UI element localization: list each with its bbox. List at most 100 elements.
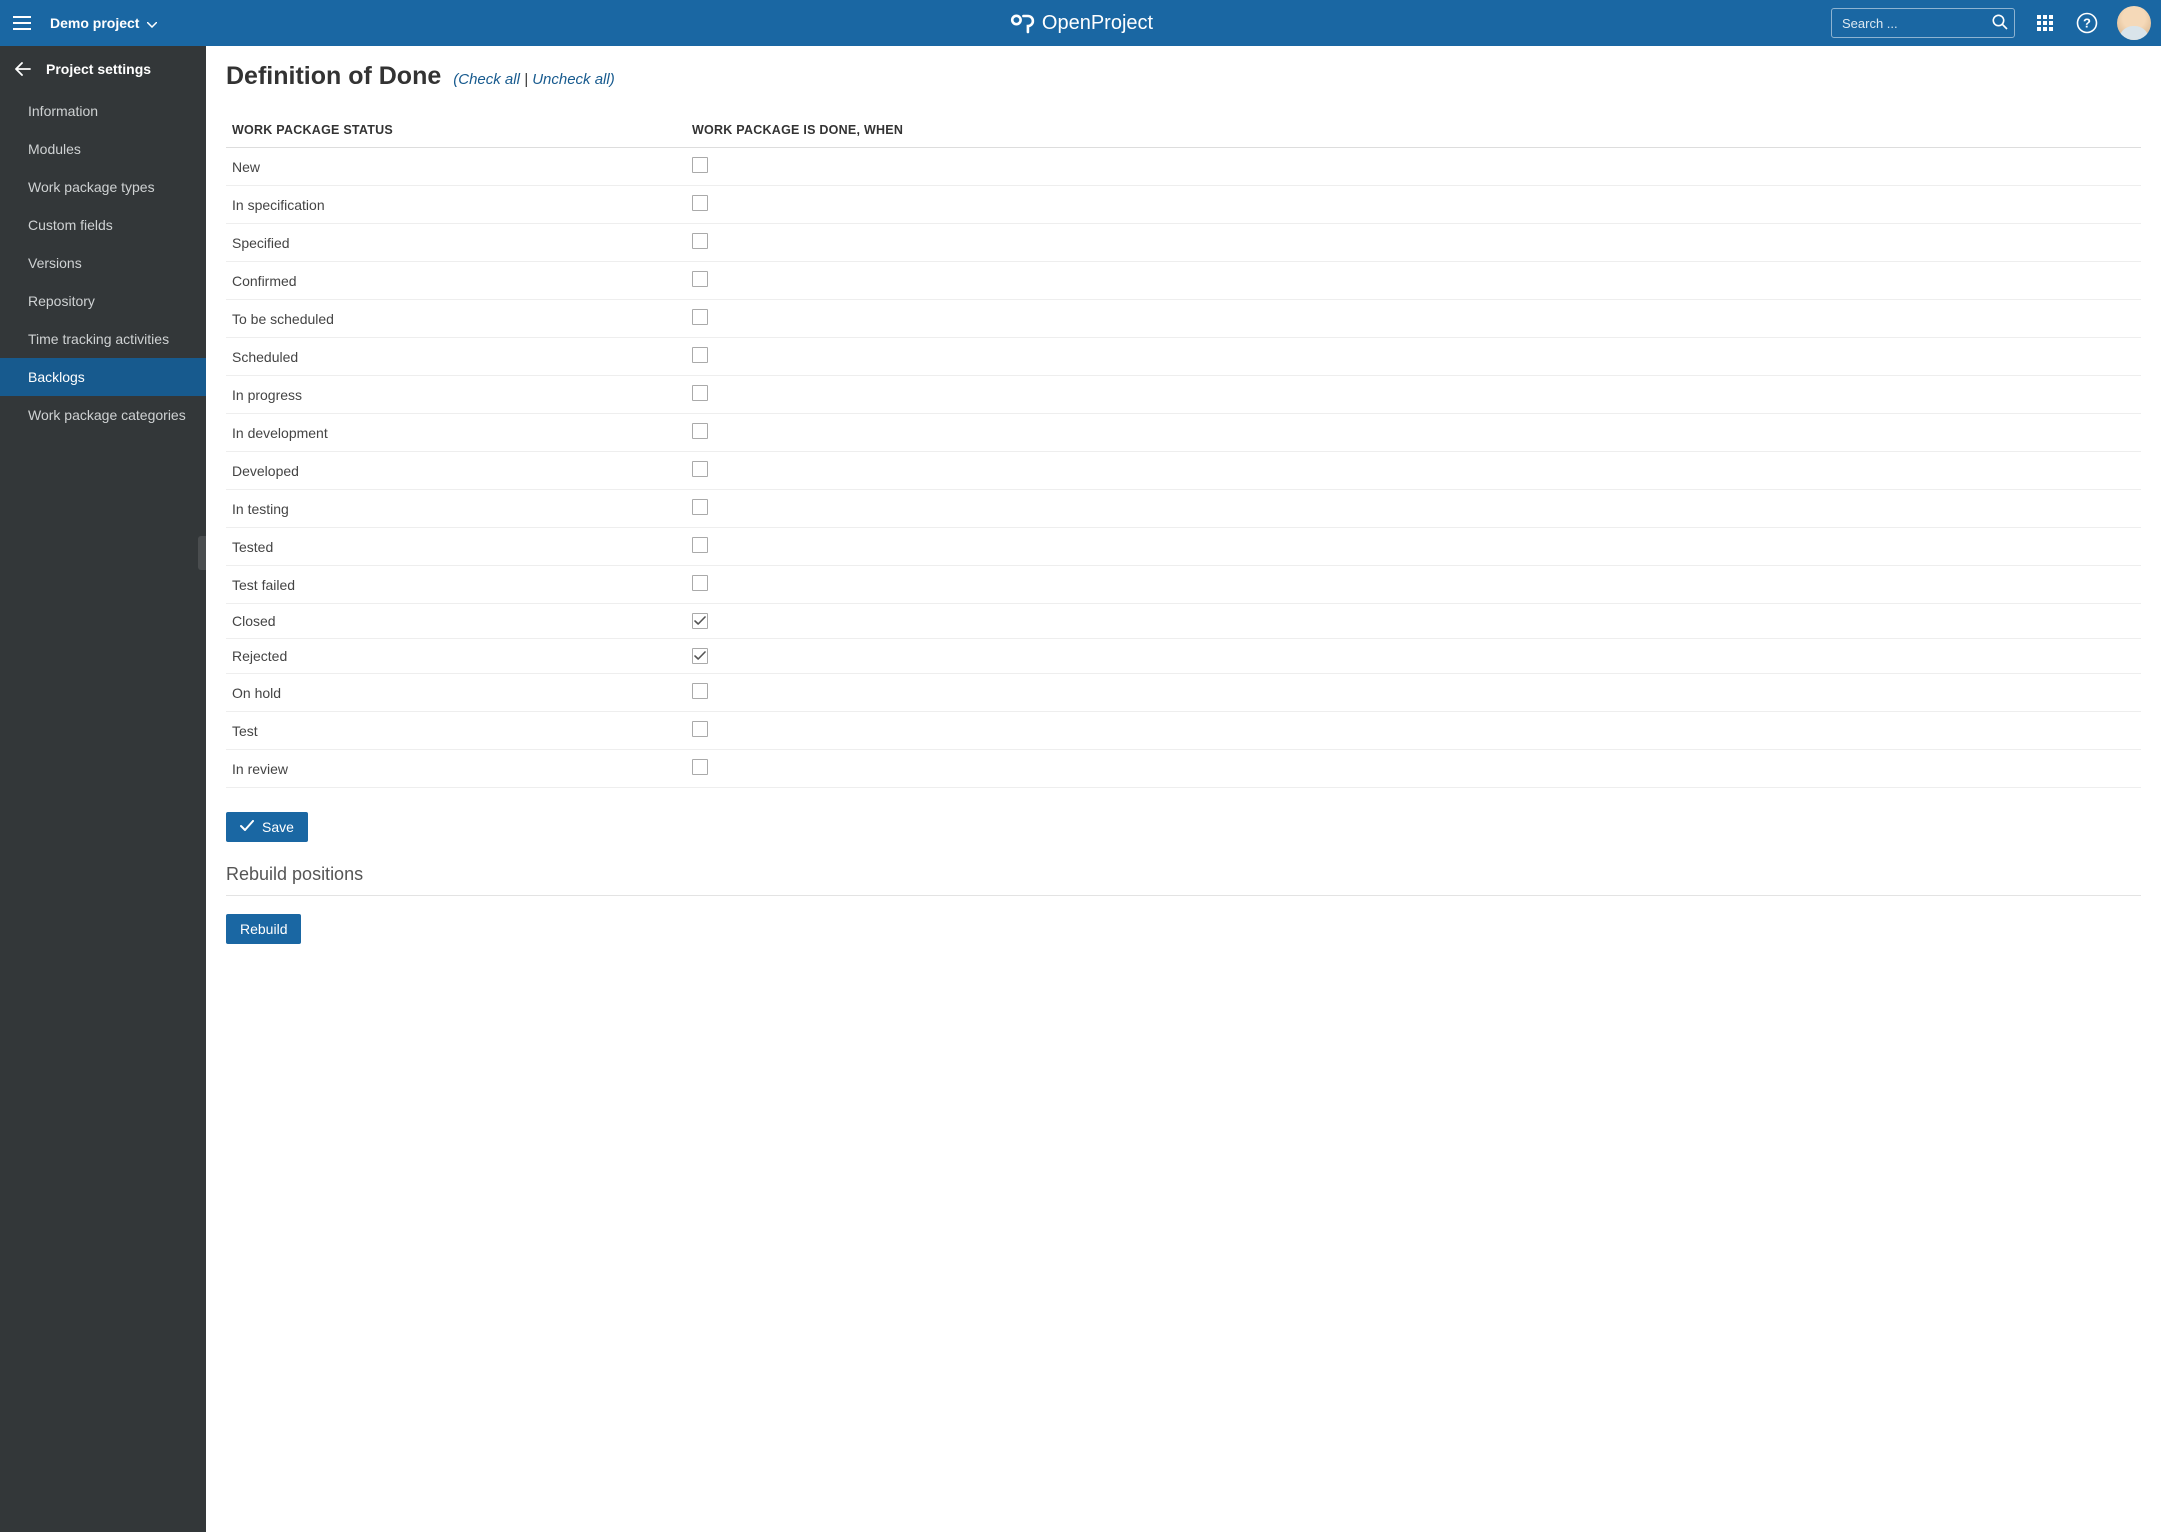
status-label: Rejected: [232, 648, 287, 664]
sidebar-item[interactable]: Repository: [0, 282, 206, 320]
th-done: WORK PACKAGE IS DONE, WHEN: [692, 123, 2135, 137]
status-label: Closed: [232, 613, 276, 629]
sidebar-item[interactable]: Modules: [0, 130, 206, 168]
sidebar-item[interactable]: Custom fields: [0, 206, 206, 244]
done-checkbox[interactable]: [692, 157, 708, 173]
project-selector[interactable]: Demo project: [44, 15, 163, 31]
status-table: WORK PACKAGE STATUS WORK PACKAGE IS DONE…: [226, 113, 2141, 788]
sidebar-item[interactable]: Versions: [0, 244, 206, 282]
done-checkbox[interactable]: [692, 759, 708, 775]
done-checkbox[interactable]: [692, 499, 708, 515]
sidebar-item[interactable]: Backlogs: [0, 358, 206, 396]
svg-text:?: ?: [2083, 16, 2091, 31]
done-checkbox[interactable]: [692, 385, 708, 401]
main-content: Definition of Done (Check all | Uncheck …: [206, 46, 2161, 1532]
done-checkbox[interactable]: [692, 461, 708, 477]
status-label: To be scheduled: [232, 311, 334, 327]
table-row: In progress: [226, 376, 2141, 414]
table-row: Test: [226, 712, 2141, 750]
done-checkbox[interactable]: [692, 309, 708, 325]
status-label: In progress: [232, 387, 302, 403]
table-row: Rejected: [226, 639, 2141, 674]
avatar[interactable]: [2117, 6, 2151, 40]
table-row: Test failed: [226, 566, 2141, 604]
search-input[interactable]: [1831, 8, 2015, 38]
table-row: In specification: [226, 186, 2141, 224]
top-header: Demo project OpenProject ?: [0, 0, 2161, 46]
status-label: In specification: [232, 197, 325, 213]
header-right: ?: [1831, 6, 2151, 40]
sidebar-title: Project settings: [46, 61, 151, 77]
help-icon[interactable]: ?: [2075, 11, 2099, 35]
sidebar-item[interactable]: Information: [0, 92, 206, 130]
sidebar-item-label: Repository: [28, 293, 95, 309]
status-label: In testing: [232, 501, 289, 517]
table-row: Closed: [226, 604, 2141, 639]
status-label: In development: [232, 425, 328, 441]
status-label: Scheduled: [232, 349, 298, 365]
status-label: Test failed: [232, 577, 295, 593]
chevron-down-icon: [147, 15, 157, 31]
sidebar-item[interactable]: Time tracking activities: [0, 320, 206, 358]
table-row: Scheduled: [226, 338, 2141, 376]
status-label: On hold: [232, 685, 281, 701]
status-label: Confirmed: [232, 273, 297, 289]
app-logo-text: OpenProject: [1042, 12, 1153, 35]
app-logo[interactable]: OpenProject: [1008, 10, 1153, 36]
sidebar-item-label: Backlogs: [28, 369, 85, 385]
sidebar-item-label: Modules: [28, 141, 81, 157]
done-checkbox[interactable]: [692, 233, 708, 249]
table-row: In development: [226, 414, 2141, 452]
check-all-link[interactable]: Check all: [458, 71, 520, 88]
project-name: Demo project: [50, 15, 139, 31]
sidebar-collapse-handle[interactable]: [198, 536, 206, 570]
status-label: Test: [232, 723, 258, 739]
modules-grid-icon[interactable]: [2033, 11, 2057, 35]
status-label: New: [232, 159, 260, 175]
rebuild-label: Rebuild: [240, 921, 287, 937]
page-title: Definition of Done: [226, 62, 441, 91]
done-checkbox[interactable]: [692, 195, 708, 211]
table-row: In testing: [226, 490, 2141, 528]
sidebar-item[interactable]: Work package categories: [0, 396, 206, 434]
sidebar-item[interactable]: Work package types: [0, 168, 206, 206]
sidebar-item-label: Time tracking activities: [28, 331, 169, 347]
status-label: Tested: [232, 539, 273, 555]
openproject-icon: [1008, 10, 1034, 36]
table-row: Tested: [226, 528, 2141, 566]
back-arrow-icon[interactable]: [14, 60, 32, 78]
status-label: In review: [232, 761, 288, 777]
page-title-row: Definition of Done (Check all | Uncheck …: [226, 62, 2141, 91]
sidebar: Project settings Information Modules Work …: [0, 46, 206, 1532]
table-row: Developed: [226, 452, 2141, 490]
sidebar-item-label: Work package types: [28, 179, 155, 195]
sidebar-item-label: Work package categories: [28, 407, 186, 423]
table-header-row: WORK PACKAGE STATUS WORK PACKAGE IS DONE…: [226, 113, 2141, 148]
table-row: New: [226, 148, 2141, 186]
table-row: Confirmed: [226, 262, 2141, 300]
bulk-check-links: (Check all | Uncheck all): [453, 71, 614, 88]
done-checkbox[interactable]: [692, 423, 708, 439]
search-icon[interactable]: [1991, 13, 2009, 34]
table-row: To be scheduled: [226, 300, 2141, 338]
uncheck-all-link[interactable]: Uncheck all: [532, 71, 610, 88]
rebuild-positions-heading: Rebuild positions: [226, 864, 2141, 896]
done-checkbox[interactable]: [692, 683, 708, 699]
done-checkbox[interactable]: [692, 537, 708, 553]
status-label: Developed: [232, 463, 299, 479]
done-checkbox[interactable]: [692, 648, 708, 664]
sidebar-item-label: Versions: [28, 255, 82, 271]
table-row: Specified: [226, 224, 2141, 262]
table-row: In review: [226, 750, 2141, 788]
done-checkbox[interactable]: [692, 271, 708, 287]
done-checkbox[interactable]: [692, 613, 708, 629]
status-label: Specified: [232, 235, 290, 251]
done-checkbox[interactable]: [692, 575, 708, 591]
done-checkbox[interactable]: [692, 721, 708, 737]
hamburger-icon[interactable]: [10, 11, 34, 35]
save-button[interactable]: Save: [226, 812, 308, 842]
th-status: WORK PACKAGE STATUS: [232, 123, 692, 137]
done-checkbox[interactable]: [692, 347, 708, 363]
sidebar-header: Project settings: [0, 46, 206, 92]
rebuild-button[interactable]: Rebuild: [226, 914, 301, 944]
